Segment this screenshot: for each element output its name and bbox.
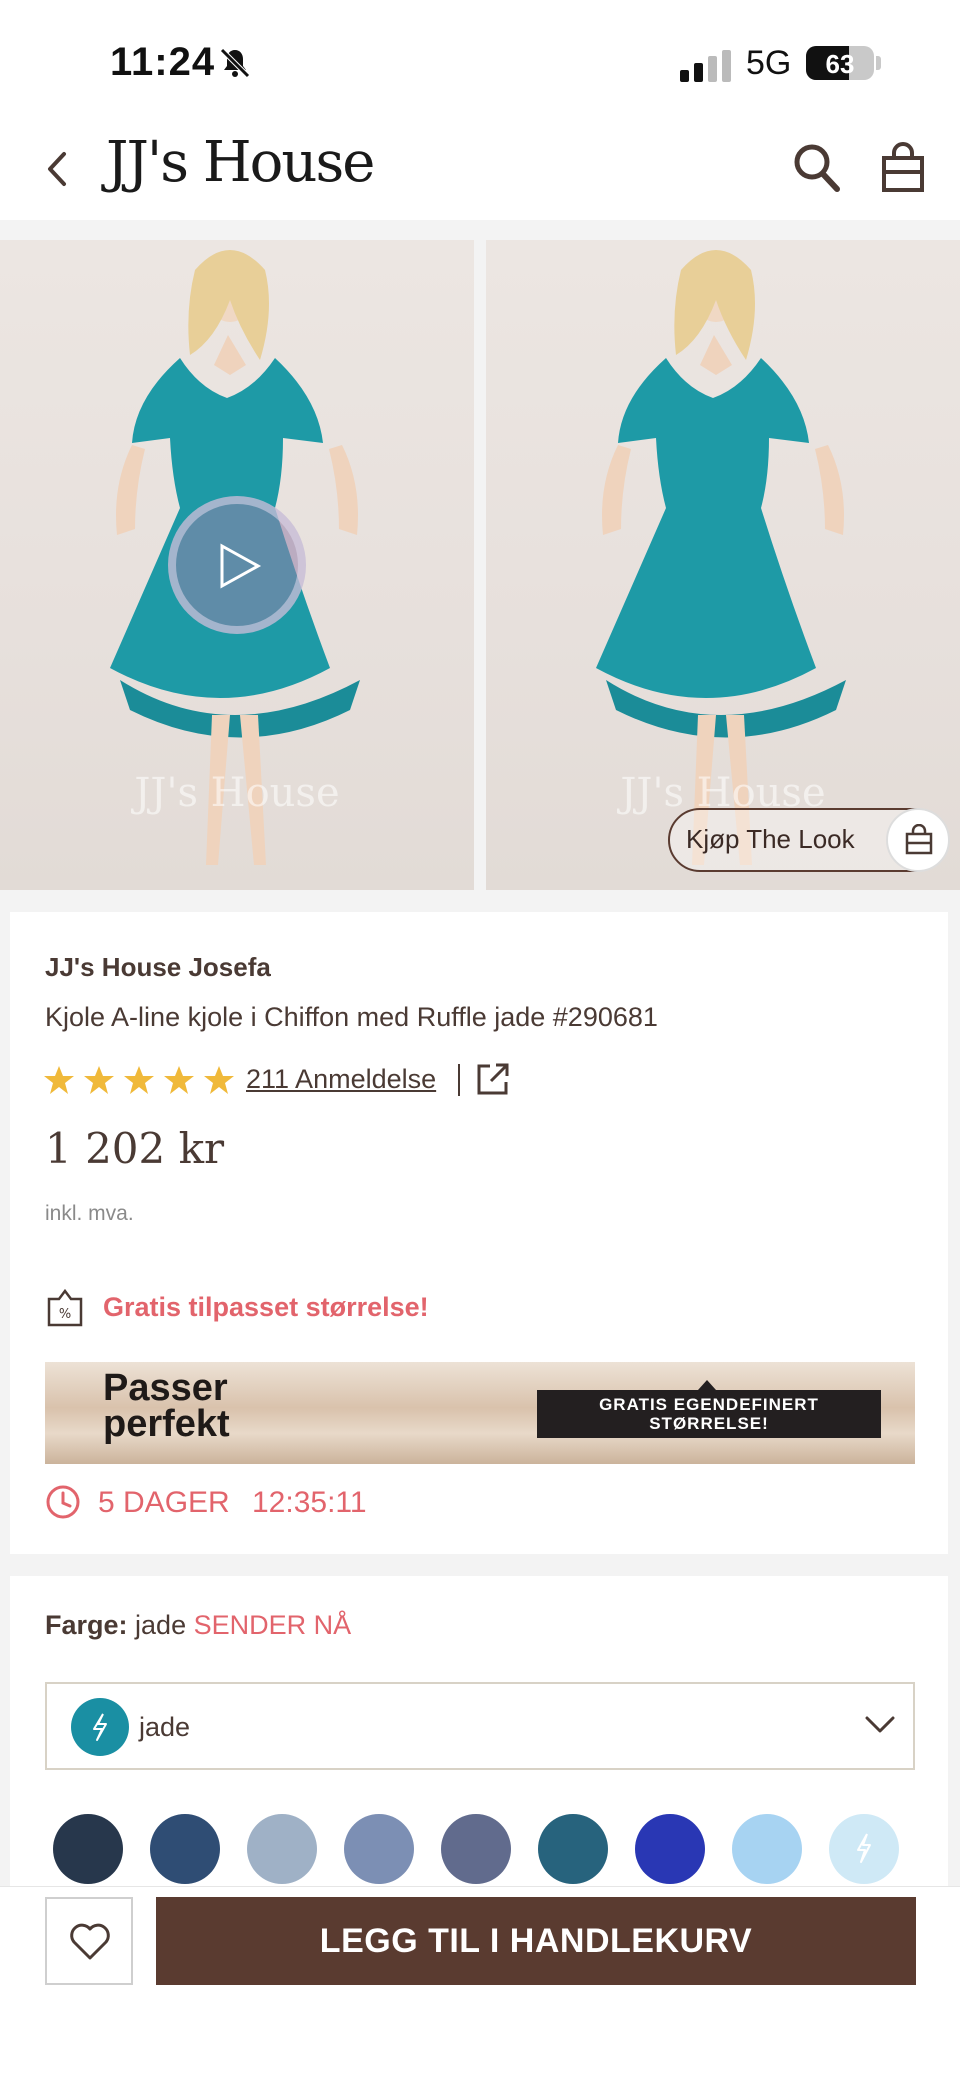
color-swatch[interactable] xyxy=(635,1814,705,1884)
color-swatch[interactable] xyxy=(150,1814,220,1884)
vat-note: inkl. mva. xyxy=(45,1202,134,1225)
color-label-row: Farge: jade SENDER NÅ xyxy=(45,1610,351,1641)
banner-headline-line1: Passer xyxy=(103,1367,228,1409)
share-icon[interactable] xyxy=(476,1062,510,1096)
bell-slash-icon xyxy=(220,48,250,78)
clock-icon xyxy=(46,1485,80,1519)
price-tag-icon: % xyxy=(47,1288,83,1327)
add-to-cart-button[interactable]: LEGG TIL I HANDLEKURV xyxy=(156,1897,916,1985)
promo-text: Gratis tilpasset størrelse! xyxy=(103,1292,429,1322)
color-dropdown[interactable]: jade xyxy=(45,1682,915,1770)
shopping-bag-icon[interactable] xyxy=(880,142,926,194)
color-swatch[interactable] xyxy=(538,1814,608,1884)
star-icon xyxy=(124,1066,154,1094)
photo-watermark: JJ's House xyxy=(134,770,340,816)
app-header: JJ's House xyxy=(0,120,960,220)
banner-badge-line2: STØRRELSE! xyxy=(649,1414,769,1433)
star-icon xyxy=(84,1066,114,1094)
review-link[interactable]: 211 Anmeldelse xyxy=(246,1064,436,1095)
color-swatch[interactable] xyxy=(344,1814,414,1884)
color-swatch[interactable] xyxy=(441,1814,511,1884)
star-icon xyxy=(164,1066,194,1094)
battery-level: 63 xyxy=(825,49,855,79)
product-gallery[interactable]: JJ's House JJ's House Kjøp The Look xyxy=(0,240,960,890)
color-label: Farge: xyxy=(45,1610,128,1640)
color-swatch[interactable] xyxy=(53,1814,123,1884)
signal-icon xyxy=(680,50,731,82)
banner-badge-line1: GRATIS EGENDEFINERT xyxy=(599,1395,819,1414)
network-label: 5G xyxy=(746,44,792,82)
banner-headline: Passer perfekt xyxy=(103,1367,230,1445)
product-photo-video[interactable]: JJ's House xyxy=(0,240,474,890)
banner-badge: GRATIS EGENDEFINERT STØRRELSE! xyxy=(537,1390,881,1438)
status-time: 11:24 xyxy=(110,40,216,84)
product-title: Kjole A-line kjole i Chiffon med Ruffle … xyxy=(45,1002,658,1032)
countdown-time: 12:35:11 xyxy=(252,1486,367,1519)
divider xyxy=(458,1064,460,1096)
color-swatch[interactable] xyxy=(247,1814,317,1884)
shop-the-look-label: Kjøp The Look xyxy=(686,824,855,854)
play-icon xyxy=(220,543,262,589)
chevron-down-icon xyxy=(865,1716,895,1733)
lightning-icon xyxy=(93,1713,107,1741)
search-icon[interactable] xyxy=(792,142,842,194)
status-bar: 11:24 5G 63 xyxy=(0,0,960,120)
banner-headline-line2: perfekt xyxy=(103,1403,230,1445)
battery-icon: 63 xyxy=(806,46,874,80)
brand-logo[interactable]: JJ's House xyxy=(106,130,375,195)
chevron-left-icon[interactable] xyxy=(38,146,78,192)
selected-color-swatch xyxy=(71,1698,129,1756)
wishlist-button[interactable] xyxy=(45,1897,133,1985)
star-icon xyxy=(204,1066,234,1094)
color-dropdown-value: jade xyxy=(139,1712,191,1742)
color-swatch[interactable] xyxy=(829,1814,899,1884)
countdown-days: 5 DAGER xyxy=(98,1486,230,1519)
svg-text:%: % xyxy=(59,1307,71,1322)
product-photo[interactable]: JJ's House xyxy=(486,240,960,890)
color-swatch[interactable] xyxy=(732,1814,802,1884)
custom-size-banner[interactable]: Passer perfekt GRATIS EGENDEFINERT STØRR… xyxy=(45,1362,915,1464)
battery-nub xyxy=(876,56,881,70)
product-info-card: JJ's House Josefa Kjole A-line kjole i C… xyxy=(10,912,948,1554)
banner-badge-tip xyxy=(698,1380,716,1390)
play-video-button[interactable] xyxy=(168,496,306,634)
star-icon xyxy=(44,1066,74,1094)
bottom-action-bar: LEGG TIL I HANDLEKURV xyxy=(0,1886,960,2081)
shop-the-look-button[interactable]: Kjøp The Look xyxy=(668,808,950,872)
shipping-note: SENDER NÅ xyxy=(193,1610,352,1640)
shop-the-look-icon-button[interactable] xyxy=(886,808,950,872)
lightning-icon xyxy=(857,1833,871,1863)
product-brand: JJ's House Josefa xyxy=(45,952,271,982)
color-selector-card: Farge: jade SENDER NÅ jade xyxy=(10,1576,948,1886)
heart-icon xyxy=(70,1923,110,1960)
product-price: 1 202 kr xyxy=(45,1124,225,1173)
shopping-bag-icon xyxy=(905,824,933,855)
rating-stars xyxy=(43,1064,235,1098)
color-value: jade xyxy=(135,1610,187,1640)
